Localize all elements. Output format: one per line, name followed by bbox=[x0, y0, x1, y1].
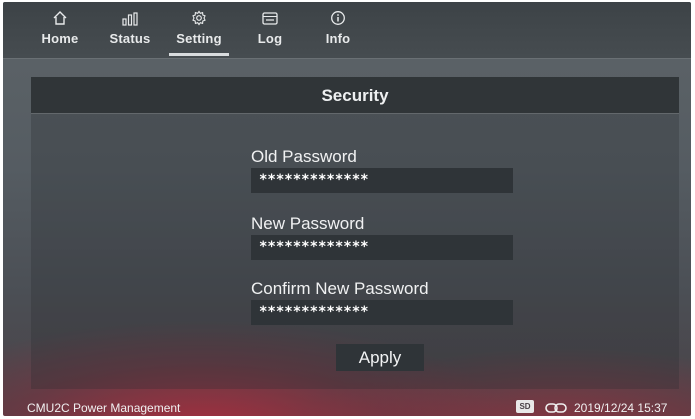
new-password-label: New Password bbox=[251, 214, 365, 233]
tab-log[interactable]: Log bbox=[255, 10, 285, 56]
old-password-field[interactable]: ************* bbox=[251, 168, 513, 193]
tab-home[interactable]: Home bbox=[38, 10, 82, 56]
tab-setting[interactable]: Setting bbox=[169, 10, 229, 56]
connection-icon bbox=[545, 402, 567, 416]
tab-setting-label: Setting bbox=[176, 31, 222, 46]
security-panel: Security Old Password ************* New … bbox=[31, 77, 679, 389]
old-password-label: Old Password bbox=[251, 147, 357, 166]
panel-title: Security bbox=[321, 86, 389, 105]
tab-log-label: Log bbox=[257, 31, 283, 46]
bar-chart-icon bbox=[106, 10, 154, 26]
new-password-field[interactable]: ************* bbox=[251, 235, 513, 260]
status-bar: CMU2C Power Management SD 2019/12/24 15:… bbox=[3, 398, 691, 416]
tab-info-label: Info bbox=[325, 31, 351, 46]
datetime: 2019/12/24 15:37 bbox=[574, 401, 668, 415]
top-navigation-bar: Home Status Setting Log Info bbox=[3, 2, 691, 59]
tab-info[interactable]: Info bbox=[323, 10, 353, 56]
gear-icon bbox=[169, 10, 229, 26]
confirm-password-field[interactable]: ************* bbox=[251, 300, 513, 325]
info-icon bbox=[323, 10, 353, 26]
tab-home-label: Home bbox=[41, 31, 79, 46]
screen: Home Status Setting Log Info Security Ol… bbox=[3, 2, 691, 416]
tab-status-label: Status bbox=[109, 31, 151, 46]
log-icon bbox=[255, 10, 285, 26]
app-name: CMU2C Power Management bbox=[27, 401, 181, 415]
apply-button[interactable]: Apply bbox=[336, 344, 424, 371]
security-panel-header: Security bbox=[31, 77, 679, 114]
tab-status[interactable]: Status bbox=[106, 10, 154, 56]
sd-card-icon: SD bbox=[516, 400, 534, 413]
confirm-password-label: Confirm New Password bbox=[251, 279, 429, 298]
home-icon bbox=[38, 10, 82, 26]
